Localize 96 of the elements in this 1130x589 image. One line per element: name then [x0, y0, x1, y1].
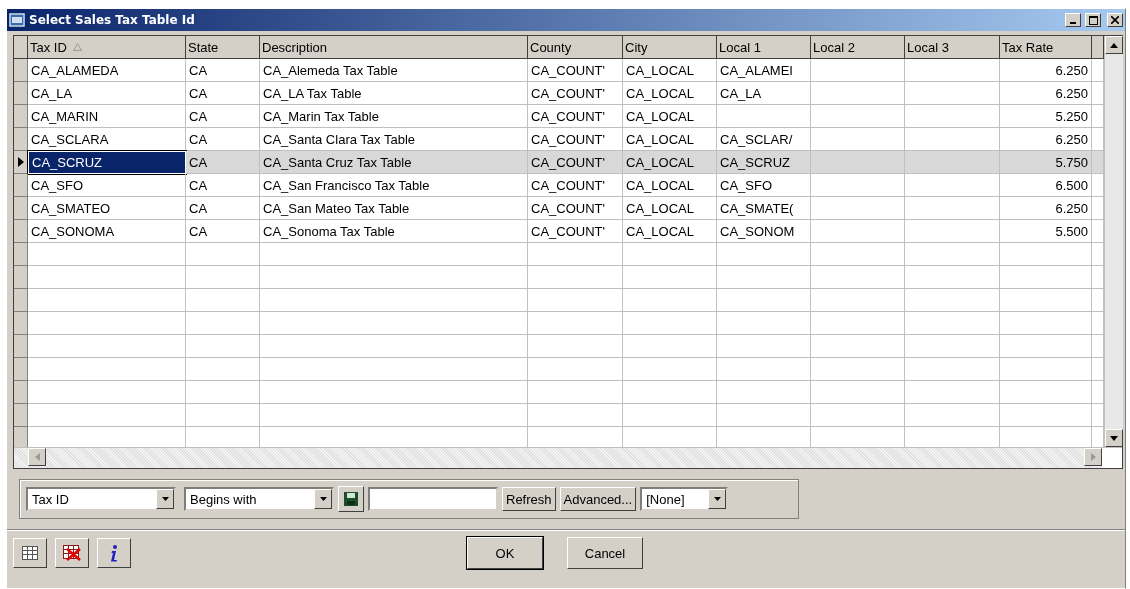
close-button[interactable] [1107, 13, 1123, 27]
table-cell: CA_COUNT' [528, 174, 623, 197]
table-cell: CA_Santa Cruz Tax Table [260, 151, 528, 174]
scroll-left-button[interactable] [28, 448, 46, 466]
table-cell: CA_SFO [28, 174, 186, 197]
column-header[interactable]: Local 1 [717, 36, 811, 59]
maximize-icon [1088, 15, 1098, 25]
table-cell: CA_COUNT' [528, 59, 623, 82]
table-cell: 6.250 [1000, 59, 1092, 82]
maximize-button[interactable] [1085, 13, 1101, 27]
search-field[interactable] [368, 487, 498, 511]
table-cell: CA_LOCAL [623, 105, 717, 128]
advanced-button[interactable]: Advanced... [559, 487, 637, 511]
minimize-button[interactable] [1065, 13, 1081, 27]
table-cell: CA_COUNT' [528, 151, 623, 174]
table-cell: CA [186, 197, 260, 220]
table-cell: CA_Alemeda Tax Table [260, 59, 528, 82]
table-cell: CA [186, 151, 260, 174]
row-header[interactable] [14, 151, 28, 174]
row-pointer-icon [17, 157, 24, 167]
table-cell: CA [186, 82, 260, 105]
right-arrow-icon [1090, 453, 1096, 461]
table-cell: CA_SONOM [717, 220, 811, 243]
table-cell: CA_ALAMEI [717, 59, 811, 82]
table-cell: CA_SMATEO [28, 197, 186, 220]
dropdown-arrow-icon [713, 497, 721, 501]
info-icon [109, 544, 119, 562]
preset-dropdown[interactable]: [None] [640, 487, 729, 511]
column-header[interactable]: Description [260, 36, 528, 59]
table-cell: CA_Marin Tax Table [260, 105, 528, 128]
up-arrow-icon [1110, 42, 1118, 48]
table-cell: CA [186, 105, 260, 128]
scroll-right-button[interactable] [1084, 448, 1102, 466]
table-cell: 6.500 [1000, 174, 1092, 197]
table-cell: CA_COUNT' [528, 105, 623, 128]
table-delete-icon [63, 545, 81, 561]
field-dropdown[interactable]: Tax ID [26, 487, 176, 511]
table-cell: CA [186, 174, 260, 197]
table-cell: 6.250 [1000, 82, 1092, 105]
delete-table-button[interactable] [55, 538, 89, 568]
column-header[interactable]: Tax ID [28, 36, 186, 59]
table-cell: CA_SCRUZ [717, 151, 811, 174]
table-cell: CA_COUNT' [528, 197, 623, 220]
table-cell: CA_MARIN [28, 105, 186, 128]
info-button[interactable] [97, 538, 131, 568]
save-button[interactable] [338, 486, 364, 512]
table-icon [22, 546, 38, 560]
table-cell: CA_SMATE( [717, 197, 811, 220]
table-cell: CA_LOCAL [623, 174, 717, 197]
table-cell: 6.250 [1000, 197, 1092, 220]
table-cell: CA_LOCAL [623, 197, 717, 220]
table-cell: CA_LOCAL [623, 82, 717, 105]
table-cell: CA_SONOMA [28, 220, 186, 243]
table-cell: CA_LA [717, 82, 811, 105]
table-cell: CA_COUNT' [528, 82, 623, 105]
dropdown-arrow-icon [319, 497, 327, 501]
down-arrow-icon [1110, 435, 1118, 441]
table-cell: CA [186, 220, 260, 243]
table-cell: CA_LOCAL [623, 220, 717, 243]
column-header[interactable]: Tax Rate [1000, 36, 1092, 59]
table-cell: 5.500 [1000, 220, 1092, 243]
ok-button[interactable]: OK [467, 537, 543, 569]
table-cell: CA_LOCAL [623, 59, 717, 82]
horizontal-scrollbar[interactable] [14, 447, 1122, 468]
table-cell [1092, 151, 1104, 174]
sort-icon [72, 43, 82, 51]
table-cell: 5.250 [1000, 105, 1092, 128]
table-cell: CA_LOCAL [623, 151, 717, 174]
column-header[interactable]: Local 3 [905, 36, 1000, 59]
left-arrow-icon [34, 453, 40, 461]
table-cell: CA_Sonoma Tax Table [260, 220, 528, 243]
dropdown-arrow-icon [161, 497, 169, 501]
cancel-button[interactable]: Cancel [567, 537, 643, 569]
scroll-up-button[interactable] [1105, 36, 1123, 54]
table-cell: CA_San Mateo Tax Table [260, 197, 528, 220]
table-cell: CA_San Francisco Tax Table [260, 174, 528, 197]
column-header[interactable]: County [528, 36, 623, 59]
column-header[interactable]: Local 2 [811, 36, 905, 59]
table-cell: CA [186, 59, 260, 82]
table-cell: CA_COUNT' [528, 220, 623, 243]
column-header[interactable]: State [186, 36, 260, 59]
operator-dropdown[interactable]: Begins with [184, 487, 334, 511]
vertical-scrollbar[interactable] [1104, 36, 1123, 447]
table-cell: CA_SFO [717, 174, 811, 197]
table-cell: CA_LA [28, 82, 186, 105]
table-cell: CA_LA Tax Table [260, 82, 528, 105]
close-icon [1111, 16, 1119, 24]
app-logo-icon [9, 13, 25, 27]
scroll-down-button[interactable] [1105, 429, 1123, 447]
refresh-button[interactable]: Refresh [502, 487, 556, 511]
column-header[interactable]: City [623, 36, 717, 59]
window-title: Select Sales Tax Table Id [29, 13, 196, 27]
table-cell: 5.750 [1000, 151, 1092, 174]
table-icon-button[interactable] [13, 538, 47, 568]
table-cell: CA_ALAMEDA [28, 59, 186, 82]
table-cell: CA_SCRUZ [28, 151, 186, 174]
